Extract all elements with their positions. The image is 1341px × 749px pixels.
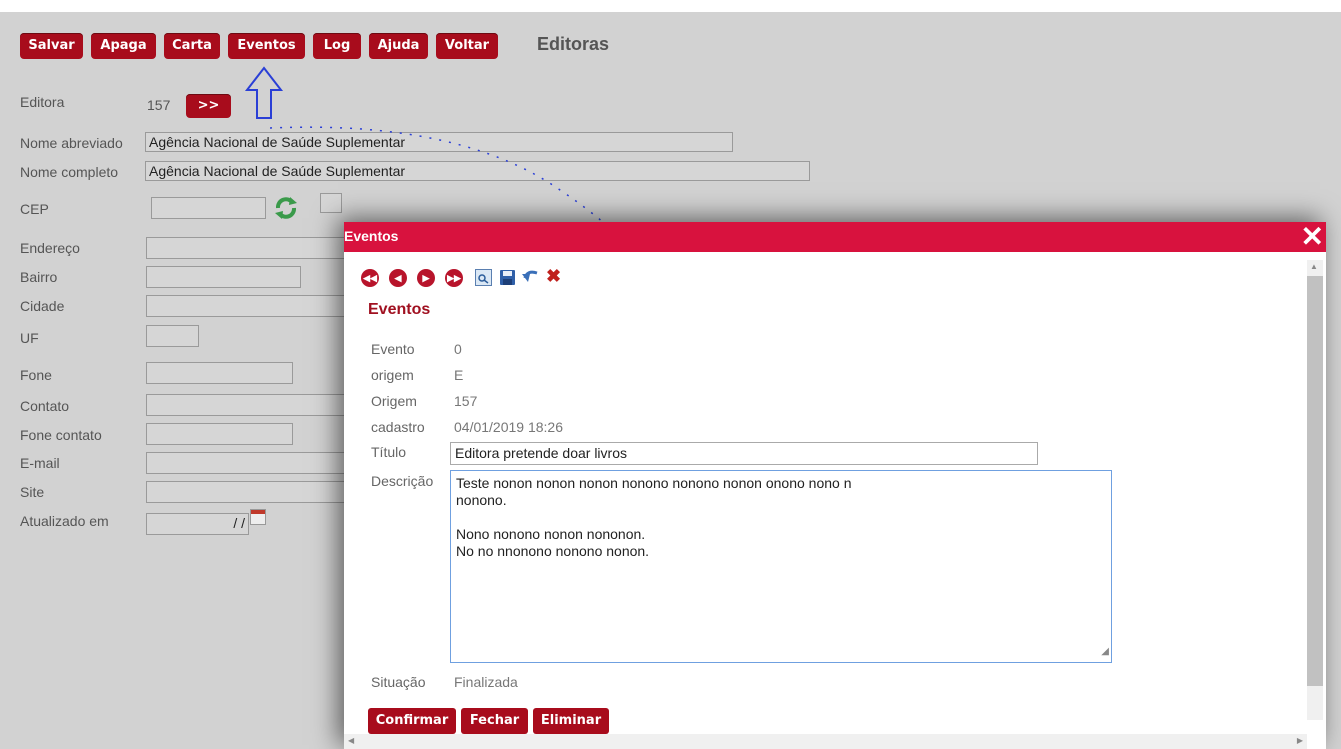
nome-completo-label: Nome completo	[20, 164, 119, 180]
titulo-input[interactable]: Editora pretende doar livros	[450, 442, 1038, 465]
resize-handle-icon[interactable]: ◢	[1101, 643, 1109, 660]
cep-label: CEP	[20, 201, 49, 217]
events-button[interactable]: Eventos	[228, 33, 305, 59]
scroll-left-icon[interactable]: ◀	[348, 736, 354, 745]
modal-title: Eventos	[344, 228, 399, 244]
editora-label: Editora	[20, 94, 65, 110]
save-button[interactable]: Salvar	[20, 33, 83, 59]
atualizado-label: Atualizado em	[20, 513, 109, 529]
calendar-icon[interactable]	[250, 509, 266, 525]
site-input[interactable]	[146, 481, 346, 503]
close-button[interactable]: Fechar	[461, 708, 528, 734]
letter-button[interactable]: Carta	[164, 33, 220, 59]
atualizado-input[interactable]: / /	[146, 513, 249, 535]
annotation-arrow-icon	[244, 66, 284, 123]
undo-icon[interactable]	[521, 268, 541, 289]
origem-label: Origem	[371, 393, 417, 409]
previous-record-icon[interactable]: ◀	[389, 269, 407, 287]
uf-label: UF	[20, 330, 39, 346]
search-icon[interactable]	[475, 269, 492, 286]
descricao-line: Teste nonon nonon nonon nonono nonono no…	[456, 475, 852, 491]
vertical-scrollbar[interactable]: ▲	[1307, 260, 1323, 720]
origem-value: 157	[454, 393, 478, 409]
eliminate-button[interactable]: Eliminar	[533, 708, 609, 734]
help-button[interactable]: Ajuda	[369, 33, 428, 59]
delete-button[interactable]: Apaga	[91, 33, 156, 59]
fone-label: Fone	[20, 367, 52, 383]
evento-value: 0	[454, 341, 462, 357]
site-label: Site	[20, 484, 45, 500]
editora-value: 157	[147, 97, 171, 113]
cadastro-value: 04/01/2019 18:26	[454, 419, 563, 435]
save-icon[interactable]	[499, 269, 516, 289]
first-record-icon[interactable]: ◀◀	[361, 269, 379, 287]
cep-input[interactable]	[151, 197, 266, 219]
descricao-textarea[interactable]: Teste nonon nonon nonon nonono nonono no…	[450, 470, 1112, 663]
scroll-up-icon[interactable]: ▲	[1310, 262, 1318, 271]
section-heading: Eventos	[368, 301, 431, 318]
horizontal-scrollbar[interactable]: ◀ ▶	[344, 734, 1307, 749]
log-button[interactable]: Log	[313, 33, 361, 59]
delete-icon[interactable]: ✖	[546, 266, 561, 287]
fone-contato-label: Fone contato	[20, 427, 102, 443]
evento-label: Evento	[371, 341, 415, 357]
descricao-line	[456, 509, 1106, 526]
titulo-label: Título	[371, 444, 407, 460]
contato-label: Contato	[20, 398, 70, 414]
cadastro-label: cadastro	[371, 419, 425, 435]
situacao-value: Finalizada	[454, 674, 518, 690]
email-label: E-mail	[20, 455, 60, 471]
origem-code-value: E	[454, 367, 464, 383]
next-record-button[interactable]: >>	[186, 94, 231, 118]
page-title: Editoras	[537, 34, 610, 54]
cidade-label: Cidade	[20, 298, 65, 314]
last-record-icon[interactable]: ▶▶	[445, 269, 463, 287]
eventos-modal: Eventos ✕ ◀◀ ◀ ▶ ▶▶ ✖ Eventos Evento 0 o…	[344, 222, 1326, 749]
descricao-line: nonono.	[456, 492, 507, 508]
next-record-icon[interactable]: ▶	[417, 269, 435, 287]
email-input[interactable]	[146, 452, 346, 474]
scroll-right-icon[interactable]: ▶	[1297, 736, 1303, 745]
confirm-button[interactable]: Confirmar	[368, 708, 456, 734]
scrollbar-thumb[interactable]	[1307, 276, 1323, 686]
origem-code-label: origem	[371, 367, 414, 383]
fone-contato-input[interactable]	[146, 423, 293, 445]
contato-input[interactable]	[146, 394, 346, 416]
situacao-label: Situação	[371, 674, 426, 690]
fone-input[interactable]	[146, 362, 293, 384]
nome-abreviado-label: Nome abreviado	[20, 135, 123, 151]
close-icon[interactable]: ✕	[1301, 223, 1324, 251]
descricao-line: No no nnonono nonono nonon.	[456, 543, 650, 559]
modal-header: Eventos ✕	[344, 222, 1326, 252]
back-button[interactable]: Voltar	[436, 33, 498, 59]
bairro-label: Bairro	[20, 269, 58, 285]
uf-input[interactable]	[146, 325, 199, 347]
descricao-line: Nono nonono nonon nononon.	[456, 526, 646, 542]
endereco-label: Endereço	[20, 240, 80, 256]
descricao-label: Descrição	[371, 473, 434, 489]
